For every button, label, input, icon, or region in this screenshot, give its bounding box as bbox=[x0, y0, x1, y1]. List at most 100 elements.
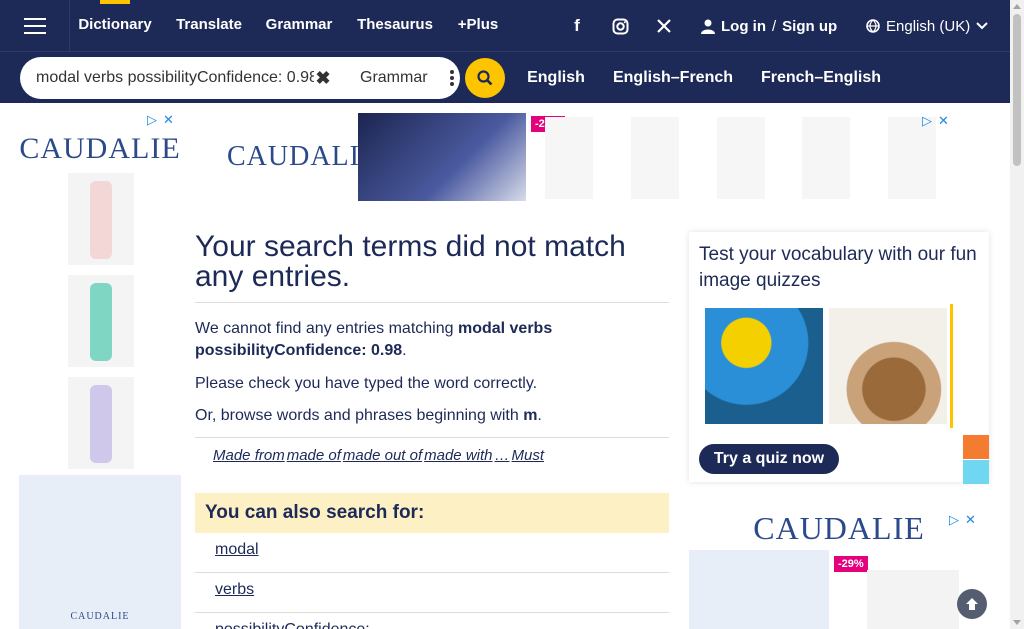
nav-dictionary-label: Dictionary bbox=[78, 15, 152, 33]
menu-button[interactable] bbox=[0, 0, 70, 52]
nav-grammar[interactable]: Grammar bbox=[265, 0, 333, 48]
nav-thesaurus-label: Thesaurus bbox=[357, 15, 433, 33]
browse-message: Or, browse words and phrases beginning w… bbox=[195, 405, 542, 427]
search-bar: ✖ Grammar bbox=[20, 57, 460, 99]
quiz-title: Test your vocabulary with our fun image … bbox=[699, 244, 977, 291]
ad-choices[interactable]: ▷ ✕ bbox=[147, 112, 174, 128]
divider bbox=[195, 437, 669, 438]
check-spelling-message: Please check you have typed the word cor… bbox=[195, 375, 538, 392]
page-scrollbar[interactable] bbox=[1010, 0, 1024, 629]
share-tab[interactable] bbox=[963, 460, 989, 484]
nav-grammar-label: Grammar bbox=[265, 15, 333, 33]
top-banner-ad[interactable]: CAUDALIE -29% ▷✕ bbox=[227, 111, 957, 203]
divider bbox=[195, 612, 669, 613]
ad-berries-image bbox=[358, 113, 526, 201]
login-link[interactable]: Log in bbox=[721, 18, 766, 35]
also-search-link[interactable]: possibilityConfidence: bbox=[215, 621, 370, 629]
snail-image bbox=[829, 308, 947, 424]
clear-search-button[interactable]: ✖ bbox=[310, 68, 336, 88]
browse-link[interactable]: made of bbox=[287, 447, 341, 464]
chevron-down-icon bbox=[976, 22, 988, 30]
search-row: ✖ Grammar English English–French French–… bbox=[0, 52, 1010, 103]
ad-product-image bbox=[68, 275, 134, 367]
x-button[interactable] bbox=[649, 13, 679, 39]
no-match-message: We cannot find any entries matching moda… bbox=[195, 318, 669, 362]
site-header: Dictionary Translate Grammar Thesaurus +… bbox=[0, 0, 1010, 103]
no-match-suffix: . bbox=[402, 342, 407, 359]
tab-english-french-label: English–French bbox=[612, 69, 734, 86]
feedback-tab[interactable] bbox=[963, 435, 989, 459]
browse-link[interactable]: made with bbox=[424, 447, 492, 464]
ad-product-image bbox=[802, 117, 850, 199]
search-button[interactable] bbox=[465, 58, 505, 98]
no-match-prefix: We cannot find any entries matching bbox=[195, 320, 458, 337]
search-icon bbox=[477, 70, 493, 86]
ad-discount-badge: -29% bbox=[834, 556, 868, 572]
tab-french-english[interactable]: French–English bbox=[748, 57, 894, 99]
quiz-card: Test your vocabulary with our fun image … bbox=[689, 232, 989, 482]
main-content: Your search terms did not match any entr… bbox=[195, 228, 669, 629]
ad-product-image bbox=[545, 117, 593, 199]
browse-link[interactable]: Must bbox=[512, 447, 545, 464]
user-icon bbox=[701, 19, 715, 34]
also-search-link[interactable]: verbs bbox=[215, 581, 254, 599]
language-label: English (UK) bbox=[886, 17, 971, 35]
ad-product-image bbox=[867, 570, 959, 629]
login-separator: / bbox=[772, 17, 777, 35]
ad-product-image bbox=[717, 117, 765, 199]
dictionary-select[interactable]: Grammar bbox=[338, 59, 472, 97]
scrollbar-thumb[interactable] bbox=[1013, 14, 1021, 166]
try-quiz-button[interactable]: Try a quiz now bbox=[699, 444, 839, 474]
nav-dictionary[interactable]: Dictionary bbox=[78, 0, 152, 48]
browse-letter: m bbox=[523, 407, 538, 424]
ad-close-icon: ✕ bbox=[163, 112, 174, 127]
right-ad[interactable]: CAUDALIE ▷ ✕ -29% bbox=[689, 510, 989, 629]
also-search-link[interactable]: modal bbox=[215, 541, 259, 559]
ad-logo: CAUDALIE bbox=[753, 510, 925, 546]
account-links: Log in / Sign up bbox=[701, 13, 837, 39]
tab-french-english-label: French–English bbox=[760, 69, 882, 86]
ad-logo: CAUDALIE bbox=[227, 141, 379, 172]
ad-product-image bbox=[68, 377, 134, 469]
ad-choices-icon: ▷ bbox=[922, 113, 932, 128]
signup-link[interactable]: Sign up bbox=[782, 18, 837, 35]
browse-prefix: Or, browse words and phrases beginning w… bbox=[195, 407, 524, 424]
facebook-button[interactable]: f bbox=[562, 13, 592, 39]
scroll-down-arrow-icon[interactable] bbox=[1013, 620, 1021, 625]
ad-choices[interactable]: ▷ ✕ bbox=[949, 512, 976, 528]
scroll-to-top-button[interactable] bbox=[957, 589, 987, 619]
ad-product-image bbox=[888, 117, 936, 199]
browse-suffix: . bbox=[537, 407, 542, 424]
language-selector[interactable]: English (UK) bbox=[866, 13, 988, 39]
header-top-row: Dictionary Translate Grammar Thesaurus +… bbox=[0, 0, 1010, 52]
nav-plus[interactable]: +Plus bbox=[458, 0, 498, 48]
dictionary-select-label: Grammar bbox=[360, 69, 428, 86]
ad-choices[interactable]: ▷ ✕ bbox=[922, 113, 949, 129]
nav-plus-label: +Plus bbox=[457, 15, 499, 33]
nav-thesaurus[interactable]: Thesaurus bbox=[357, 0, 433, 48]
tab-english[interactable]: English bbox=[514, 57, 598, 99]
nav-translate[interactable]: Translate bbox=[176, 0, 242, 48]
browse-link[interactable]: Made from bbox=[213, 447, 285, 464]
ad-product-image bbox=[689, 550, 829, 629]
ad-product-image bbox=[631, 117, 679, 199]
scroll-up-arrow-icon[interactable] bbox=[1013, 4, 1021, 9]
also-search-heading: You can also search for: bbox=[195, 493, 669, 533]
tab-english-label: English bbox=[527, 69, 585, 86]
ad-close-icon: ✕ bbox=[938, 113, 949, 128]
instagram-button[interactable] bbox=[605, 13, 635, 39]
browse-link[interactable]: … bbox=[495, 447, 510, 464]
ad-choices-icon: ▷ bbox=[949, 512, 959, 527]
tab-english-french[interactable]: English–French bbox=[601, 57, 745, 99]
quiz-image[interactable] bbox=[703, 304, 953, 428]
home-arrow-icon bbox=[966, 598, 978, 610]
left-ad[interactable]: ▷ ✕ CAUDALIE CAUDALIE bbox=[19, 110, 181, 629]
globe-icon bbox=[866, 19, 880, 33]
ad-logo: CAUDALIE bbox=[19, 132, 181, 165]
x-icon bbox=[657, 19, 671, 33]
search-input[interactable] bbox=[36, 57, 314, 99]
browse-link[interactable]: made out of bbox=[343, 447, 422, 464]
facebook-icon: f bbox=[574, 16, 580, 35]
instagram-icon bbox=[612, 18, 628, 34]
ad-product-image bbox=[68, 173, 134, 265]
